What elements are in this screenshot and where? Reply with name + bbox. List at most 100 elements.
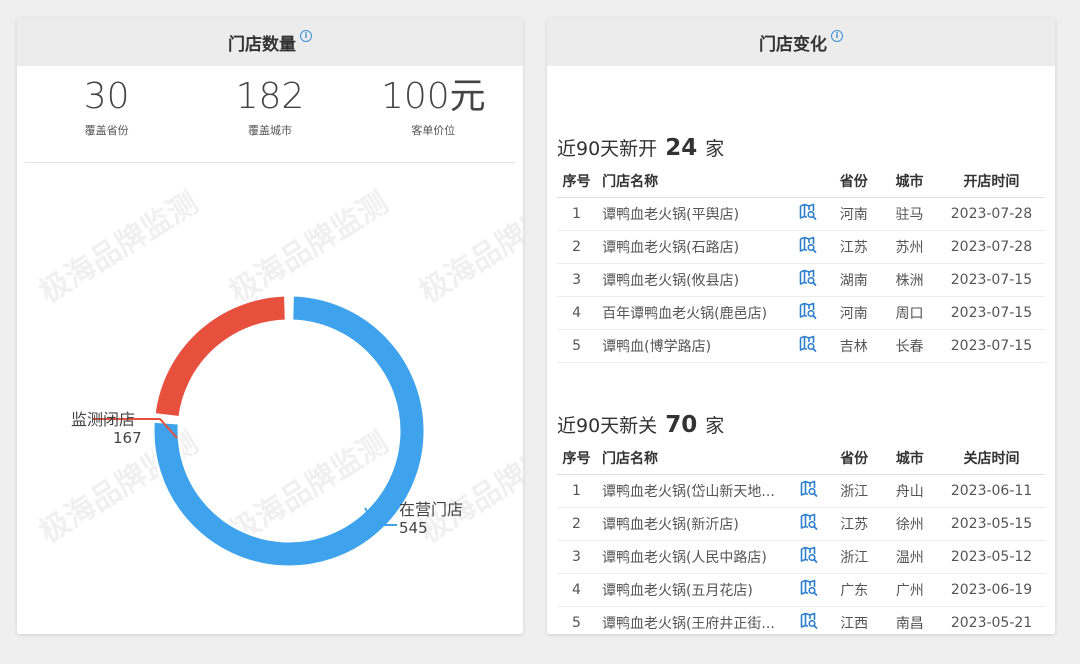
table-header-row: 序号 门店名称 省份 城市 开店时间 [557,165,1045,198]
store-name[interactable]: 谭鸭血老火锅(王府井正街... [595,606,791,634]
map-locate-icon[interactable] [800,546,818,568]
new-stores-count: 24 [665,135,698,161]
stat-price: 100元 客单价位 [352,76,515,162]
date-cell: 2023-07-28 [937,230,1045,264]
store-name[interactable]: 谭鸭血老火锅(新沂店) [595,507,791,541]
info-icon[interactable]: i [300,30,312,42]
col-header-map [790,165,827,198]
stat-label: 客单价位 [411,124,456,137]
map-locate-icon[interactable] [800,579,818,601]
province-cell: 河南 [826,296,882,330]
city-cell: 南昌 [881,606,939,634]
map-cell [790,230,827,264]
city-cell: 舟山 [881,474,939,508]
table-row[interactable]: 4 谭鸭血老火锅(五月花店) 广东 广州 2023-06-19 [557,573,1045,607]
store-name[interactable]: 谭鸭血老火锅(五月花店) [595,573,791,607]
col-header-province: 省份 [826,442,882,475]
row-index: 3 [557,263,597,297]
open-slice-value: 545 [399,519,428,537]
row-index: 3 [557,540,596,574]
province-cell: 河南 [826,197,882,231]
donut-chart-area: 极海品牌监测 极海品牌监测 极海品牌监测 极海品牌监测 极海品牌监测 极海品牌监… [17,163,523,634]
store-name[interactable]: 谭鸭血老火锅(岱山新天地... [595,474,791,508]
province-cell: 浙江 [826,540,882,574]
date-cell: 2023-07-15 [937,296,1045,330]
map-locate-icon[interactable] [799,236,817,258]
table-row[interactable]: 4 百年谭鸭血老火锅(鹿邑店) 河南 周口 2023-07-15 [557,296,1045,330]
map-cell [790,329,827,363]
col-header-city: 城市 [881,165,938,198]
store-name[interactable]: 谭鸭血老火锅(石路店) [596,230,791,264]
row-index: 4 [557,296,597,330]
map-cell [790,296,827,330]
store-name[interactable]: 谭鸭血老火锅(人民中路店) [595,540,791,574]
city-cell: 周口 [881,296,938,330]
date-cell: 2023-05-21 [938,606,1045,634]
row-index: 5 [557,329,597,363]
col-header-index: 序号 [557,442,596,475]
col-header-date: 开店时间 [937,165,1045,198]
col-header-map [790,442,827,475]
city-cell: 苏州 [881,230,938,264]
date-cell: 2023-05-15 [938,507,1045,541]
city-cell: 株洲 [881,263,938,297]
card-header: 门店变化 i [547,18,1055,66]
stat-label: 覆盖省份 [84,124,129,137]
col-header-name: 门店名称 [596,165,791,198]
closed-stores-count: 70 [665,412,698,438]
row-index: 1 [557,474,596,508]
closed-slice-value: 167 [113,429,142,447]
section-suffix: 家 [705,138,725,160]
card-title: 门店数量 [228,34,296,55]
closed-stores-title: 近90天新关 70 家 [557,411,724,438]
card-title: 门店变化 [759,34,827,55]
date-cell: 2023-07-28 [937,197,1045,231]
date-cell: 2023-06-19 [938,573,1045,607]
store-name[interactable]: 谭鸭血老火锅(攸县店) [596,263,791,297]
map-locate-icon[interactable] [799,269,817,291]
stat-cities: 182 覆盖城市 [188,76,351,162]
map-locate-icon[interactable] [800,612,818,634]
section-prefix: 近90天新开 [557,138,658,160]
stats-row: 30 覆盖省份 182 覆盖城市 100元 客单价位 [25,66,515,163]
closed-slice-label: 监测闭店 [71,410,135,429]
store-count-card: 门店数量 i 30 覆盖省份 182 覆盖城市 100元 客单价位 极海品牌监测… [17,18,523,634]
city-cell: 长春 [881,329,938,363]
info-icon[interactable]: i [831,30,843,42]
table-row[interactable]: 1 谭鸭血老火锅(平舆店) 河南 驻马 2023-07-28 [557,197,1045,231]
table-row[interactable]: 2 谭鸭血老火锅(新沂店) 江苏 徐州 2023-05-15 [557,507,1045,541]
map-cell [790,606,827,634]
row-index: 5 [557,606,596,634]
row-index: 2 [557,507,596,541]
store-name[interactable]: 百年谭鸭血老火锅(鹿邑店) [596,296,791,330]
section-suffix: 家 [705,415,725,437]
store-name[interactable]: 谭鸭血老火锅(平舆店) [596,197,791,231]
map-locate-icon[interactable] [799,335,817,357]
store-change-card: 门店变化 i 近90天新开 24 家 序号 门店名称 省份 城市 开店时间 1 谭鸭血老火锅(… [547,18,1055,634]
stat-value: 30 [83,76,130,117]
map-locate-icon[interactable] [800,513,818,535]
map-cell [790,507,827,541]
section-prefix: 近90天新关 [557,415,658,437]
table-row[interactable]: 5 谭鸭血(博学路店) 吉林 长春 2023-07-15 [557,329,1045,363]
store-name[interactable]: 谭鸭血(博学路店) [596,329,791,363]
map-cell [790,573,827,607]
map-locate-icon[interactable] [799,203,817,225]
table-row[interactable]: 3 谭鸭血老火锅(人民中路店) 浙江 温州 2023-05-12 [557,540,1045,574]
map-cell [790,474,827,508]
col-header-date: 关店时间 [938,442,1045,475]
table-row[interactable]: 5 谭鸭血老火锅(王府井正街... 江西 南昌 2023-05-21 [557,606,1045,634]
table-row[interactable]: 2 谭鸭血老火锅(石路店) 江苏 苏州 2023-07-28 [557,230,1045,264]
stat-value: 100元 [380,76,486,117]
map-cell [790,197,827,231]
table-row[interactable]: 1 谭鸭血老火锅(岱山新天地... 浙江 舟山 2023-06-11 [557,474,1045,508]
table-row[interactable]: 3 谭鸭血老火锅(攸县店) 湖南 株洲 2023-07-15 [557,263,1045,297]
row-index: 1 [557,197,597,231]
col-header-index: 序号 [557,165,597,198]
map-locate-icon[interactable] [799,302,817,324]
closed-stores-table: 序号 门店名称 省份 城市 关店时间 1 谭鸭血老火锅(岱山新天地... 浙江 舟山 2023-… [557,442,1045,634]
col-header-city: 城市 [881,442,939,475]
stat-provinces: 30 覆盖省份 [25,76,188,162]
closed-stores-slice[interactable] [152,293,288,420]
map-locate-icon[interactable] [800,480,818,502]
